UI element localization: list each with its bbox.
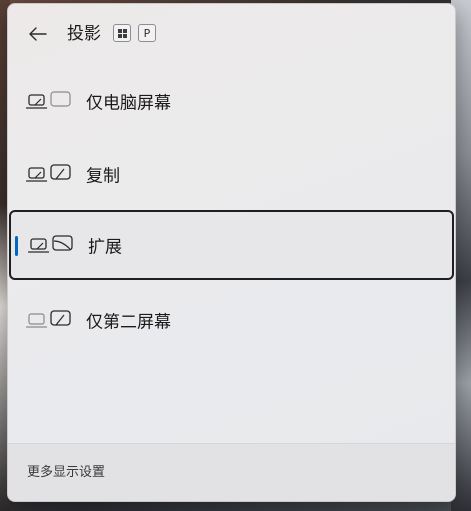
option-second-screen-only[interactable]: 仅第二屏幕: [8, 290, 455, 350]
option-pc-screen-only[interactable]: 仅电脑屏幕: [8, 71, 455, 131]
option-label: 仅第二屏幕: [86, 312, 171, 333]
back-arrow-icon[interactable]: [26, 22, 50, 46]
pc-screen-only-icon: [26, 91, 71, 109]
flyout-footer: 更多显示设置: [8, 443, 455, 501]
shortcut-key-p: P: [138, 24, 156, 42]
flyout-header: 投影 P: [8, 4, 455, 62]
back-arrow-icon-svg: [29, 27, 47, 41]
page-title: 投影: [67, 24, 101, 44]
option-label: 扩展: [88, 237, 122, 258]
option-label: 复制: [86, 166, 120, 187]
project-flyout: 投影 P 仅电脑屏幕 复制 扩展 仅第二屏幕 更多显示设置: [7, 3, 456, 502]
option-duplicate[interactable]: 复制: [8, 144, 455, 204]
windows-key-icon: [113, 24, 131, 42]
second-screen-only-icon: [26, 310, 71, 328]
selection-indicator: [15, 236, 18, 256]
option-extend[interactable]: 扩展: [9, 210, 454, 280]
extend-icon: [28, 235, 73, 253]
more-display-settings-link[interactable]: 更多显示设置: [27, 461, 105, 480]
duplicate-icon: [26, 164, 71, 182]
option-label: 仅电脑屏幕: [86, 93, 171, 114]
